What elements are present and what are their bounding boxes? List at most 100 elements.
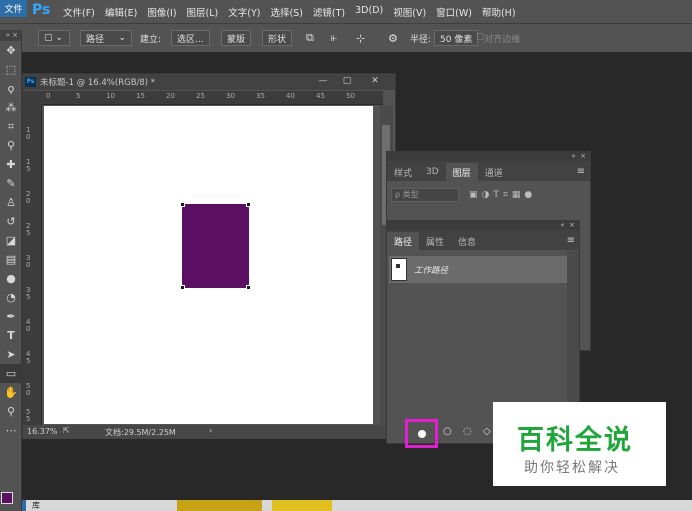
status-bar: 16.37% ⇱ 文档:29.5M/2.25M › bbox=[23, 425, 395, 439]
path-selection-tool-icon[interactable]: ➤ bbox=[0, 345, 22, 364]
rounded-rectangle-shape[interactable] bbox=[182, 204, 249, 288]
menu-window[interactable]: 窗口(W) bbox=[436, 5, 472, 19]
status-menu-arrow-icon[interactable]: › bbox=[209, 426, 212, 435]
thumbnail-strip-image bbox=[177, 500, 262, 511]
gradient-tool-icon[interactable]: ▤ bbox=[0, 250, 22, 269]
healing-brush-tool-icon[interactable]: ✚ bbox=[0, 155, 22, 174]
watermark-title: 百科全说 bbox=[517, 425, 633, 456]
panel-menu-icon[interactable]: ≡ bbox=[577, 166, 585, 177]
taskbar-label[interactable]: 库 bbox=[32, 500, 40, 511]
tab-layers[interactable]: 图层 bbox=[445, 163, 478, 181]
zoom-tool-icon[interactable]: ⚲ bbox=[0, 402, 22, 421]
ruler-origin[interactable] bbox=[23, 91, 42, 105]
panel-menu-icon[interactable]: ≡ bbox=[567, 235, 575, 246]
ps-logo: Ps bbox=[32, 2, 51, 18]
more-tools-icon[interactable]: ⋯ bbox=[0, 421, 22, 440]
ps-document-icon: Ps bbox=[25, 77, 36, 87]
make-work-path-icon[interactable]: ◇ bbox=[483, 426, 491, 437]
tab-styles[interactable]: 样式 bbox=[387, 163, 419, 181]
ruler-tick-label: 50 bbox=[346, 92, 355, 100]
rectangle-tool-icon[interactable]: ▭ bbox=[0, 364, 22, 383]
path-anchor-point[interactable] bbox=[180, 285, 185, 290]
blur-tool-icon[interactable]: ● bbox=[0, 269, 22, 288]
path-operations-icon[interactable]: ⧉ bbox=[306, 30, 314, 46]
tab-3d[interactable]: 3D bbox=[419, 163, 446, 181]
align-edges-checkbox[interactable]: ☐ 对齐边缘 bbox=[476, 30, 520, 46]
vertical-ruler[interactable]: 1 0 1 5 2 0 2 5 3 0 3 5 4 0 4 5 5 0 5 5 bbox=[23, 105, 42, 425]
tab-paths[interactable]: 路径 bbox=[387, 232, 420, 250]
load-as-selection-icon[interactable]: ◌ bbox=[463, 426, 472, 437]
document-title: 未标题-1 @ 16.4%(RGB/8) * bbox=[40, 78, 156, 88]
menu-view[interactable]: 视图(V) bbox=[393, 5, 426, 19]
tools-panel: » × ✥ ⬚ ϙ ⁂ ⌗ ⚲ ✚ ✎ ♙ ↺ ◪ ▤ ● ◔ ✒ T ➤ ▭ … bbox=[0, 30, 22, 511]
shape-tool-preset[interactable]: ▢ ⌄ bbox=[38, 30, 70, 46]
path-anchor-point[interactable] bbox=[246, 285, 251, 290]
menu-help[interactable]: 帮助(H) bbox=[482, 5, 516, 19]
tab-properties[interactable]: 属性 bbox=[419, 232, 451, 250]
path-arrangement-icon[interactable]: ⊹ bbox=[356, 30, 365, 46]
panel-collapse-bar[interactable]: « × bbox=[387, 152, 590, 161]
path-thumbnail-shape bbox=[396, 264, 400, 268]
dodge-tool-icon[interactable]: ◔ bbox=[0, 288, 22, 307]
menu-image[interactable]: 图像(I) bbox=[147, 5, 176, 19]
selection-button[interactable]: 选区... bbox=[171, 30, 210, 46]
chevron-down-icon: ⌄ bbox=[118, 33, 126, 43]
panel-collapse-bar[interactable]: « × bbox=[387, 221, 579, 230]
eyedropper-tool-icon[interactable]: ⚲ bbox=[0, 136, 22, 155]
path-list-item[interactable]: 工作路径 bbox=[389, 256, 567, 283]
close-icon[interactable]: ✕ bbox=[365, 76, 385, 87]
path-anchor-point[interactable] bbox=[180, 202, 185, 207]
stroke-path-icon[interactable]: ○ bbox=[443, 426, 452, 437]
minimize-icon[interactable]: — bbox=[313, 76, 333, 87]
toolbar-collapse[interactable]: » × bbox=[0, 30, 21, 41]
magic-wand-tool-icon[interactable]: ⁂ bbox=[0, 98, 22, 117]
fill-path-button[interactable] bbox=[405, 419, 438, 448]
ruler-tick-label: 10 bbox=[106, 92, 115, 100]
path-alignment-icon[interactable]: ⫦ bbox=[331, 30, 337, 46]
options-bar: ▢ ⌄ 路径 ⌄ 建立: 选区... 蒙版 形状 ⧉ ⫦ ⊹ ⚙ 半径: 50 … bbox=[0, 23, 692, 53]
menu-file[interactable]: 文件(F) bbox=[63, 5, 95, 19]
canvas[interactable] bbox=[44, 106, 373, 424]
tab-info[interactable]: 信息 bbox=[451, 232, 483, 250]
export-icon[interactable]: ⇱ bbox=[63, 426, 70, 435]
zoom-level[interactable]: 16.37% bbox=[27, 427, 58, 436]
path-anchor-point[interactable] bbox=[246, 202, 251, 207]
pen-tool-icon[interactable]: ✒ bbox=[0, 307, 22, 326]
type-tool-icon[interactable]: T bbox=[0, 326, 22, 345]
maximize-icon[interactable]: ▢ bbox=[337, 76, 357, 87]
menu-layer[interactable]: 图层(L) bbox=[187, 5, 219, 19]
foreground-color-swatch[interactable] bbox=[1, 492, 13, 504]
document-window: Ps 未标题-1 @ 16.4%(RGB/8) * — ▢ ✕ 0 5 10 1… bbox=[22, 73, 396, 439]
menu-3d[interactable]: 3D(D) bbox=[355, 5, 383, 19]
stamp-tool-icon[interactable]: ♙ bbox=[0, 193, 22, 212]
menu-select[interactable]: 选择(S) bbox=[270, 5, 302, 19]
marquee-tool-icon[interactable]: ⬚ bbox=[0, 60, 22, 79]
tool-mode-select[interactable]: 路径 ⌄ bbox=[80, 30, 132, 46]
tab-channels[interactable]: 通道 bbox=[478, 163, 510, 181]
history-brush-tool-icon[interactable]: ↺ bbox=[0, 212, 22, 231]
photoshop-window: 文件 Ps 文件(F) 编辑(E) 图像(I) 图层(L) 文字(Y) 选择(S… bbox=[0, 0, 692, 511]
ruler-tick-label: 5 5 bbox=[26, 408, 31, 423]
ruler-tick-label: 1 0 bbox=[26, 126, 31, 141]
gear-icon[interactable]: ⚙ bbox=[388, 30, 398, 46]
document-title-bar[interactable]: Ps 未标题-1 @ 16.4%(RGB/8) * — ▢ ✕ bbox=[23, 74, 395, 90]
ruler-tick-label: 15 bbox=[136, 92, 145, 100]
ruler-tick-label: 4 5 bbox=[26, 350, 31, 365]
radius-input[interactable]: 50 像素 bbox=[434, 30, 479, 46]
layer-filter-select[interactable]: ρ 类型 bbox=[391, 188, 459, 202]
layer-filter-icons[interactable]: ▣◑T⌗▦● bbox=[469, 190, 536, 200]
move-tool-icon[interactable]: ✥ bbox=[0, 41, 22, 60]
menu-edit[interactable]: 编辑(E) bbox=[105, 5, 137, 19]
brush-tool-icon[interactable]: ✎ bbox=[0, 174, 22, 193]
file-tab[interactable]: 文件 bbox=[0, 0, 27, 17]
menu-type[interactable]: 文字(Y) bbox=[228, 5, 260, 19]
lasso-tool-icon[interactable]: ϙ bbox=[0, 79, 22, 98]
horizontal-ruler[interactable]: 0 5 10 15 20 25 30 35 40 45 50 bbox=[42, 91, 383, 105]
mask-button[interactable]: 蒙版 bbox=[221, 30, 252, 46]
hand-tool-icon[interactable]: ✋ bbox=[0, 383, 22, 402]
crop-tool-icon[interactable]: ⌗ bbox=[0, 117, 22, 136]
eraser-tool-icon[interactable]: ◪ bbox=[0, 231, 22, 250]
menu-filter[interactable]: 滤镜(T) bbox=[313, 5, 345, 19]
shape-button[interactable]: 形状 bbox=[262, 30, 293, 46]
watermark-logo: 百科全说 助你轻松解决 bbox=[493, 402, 666, 486]
